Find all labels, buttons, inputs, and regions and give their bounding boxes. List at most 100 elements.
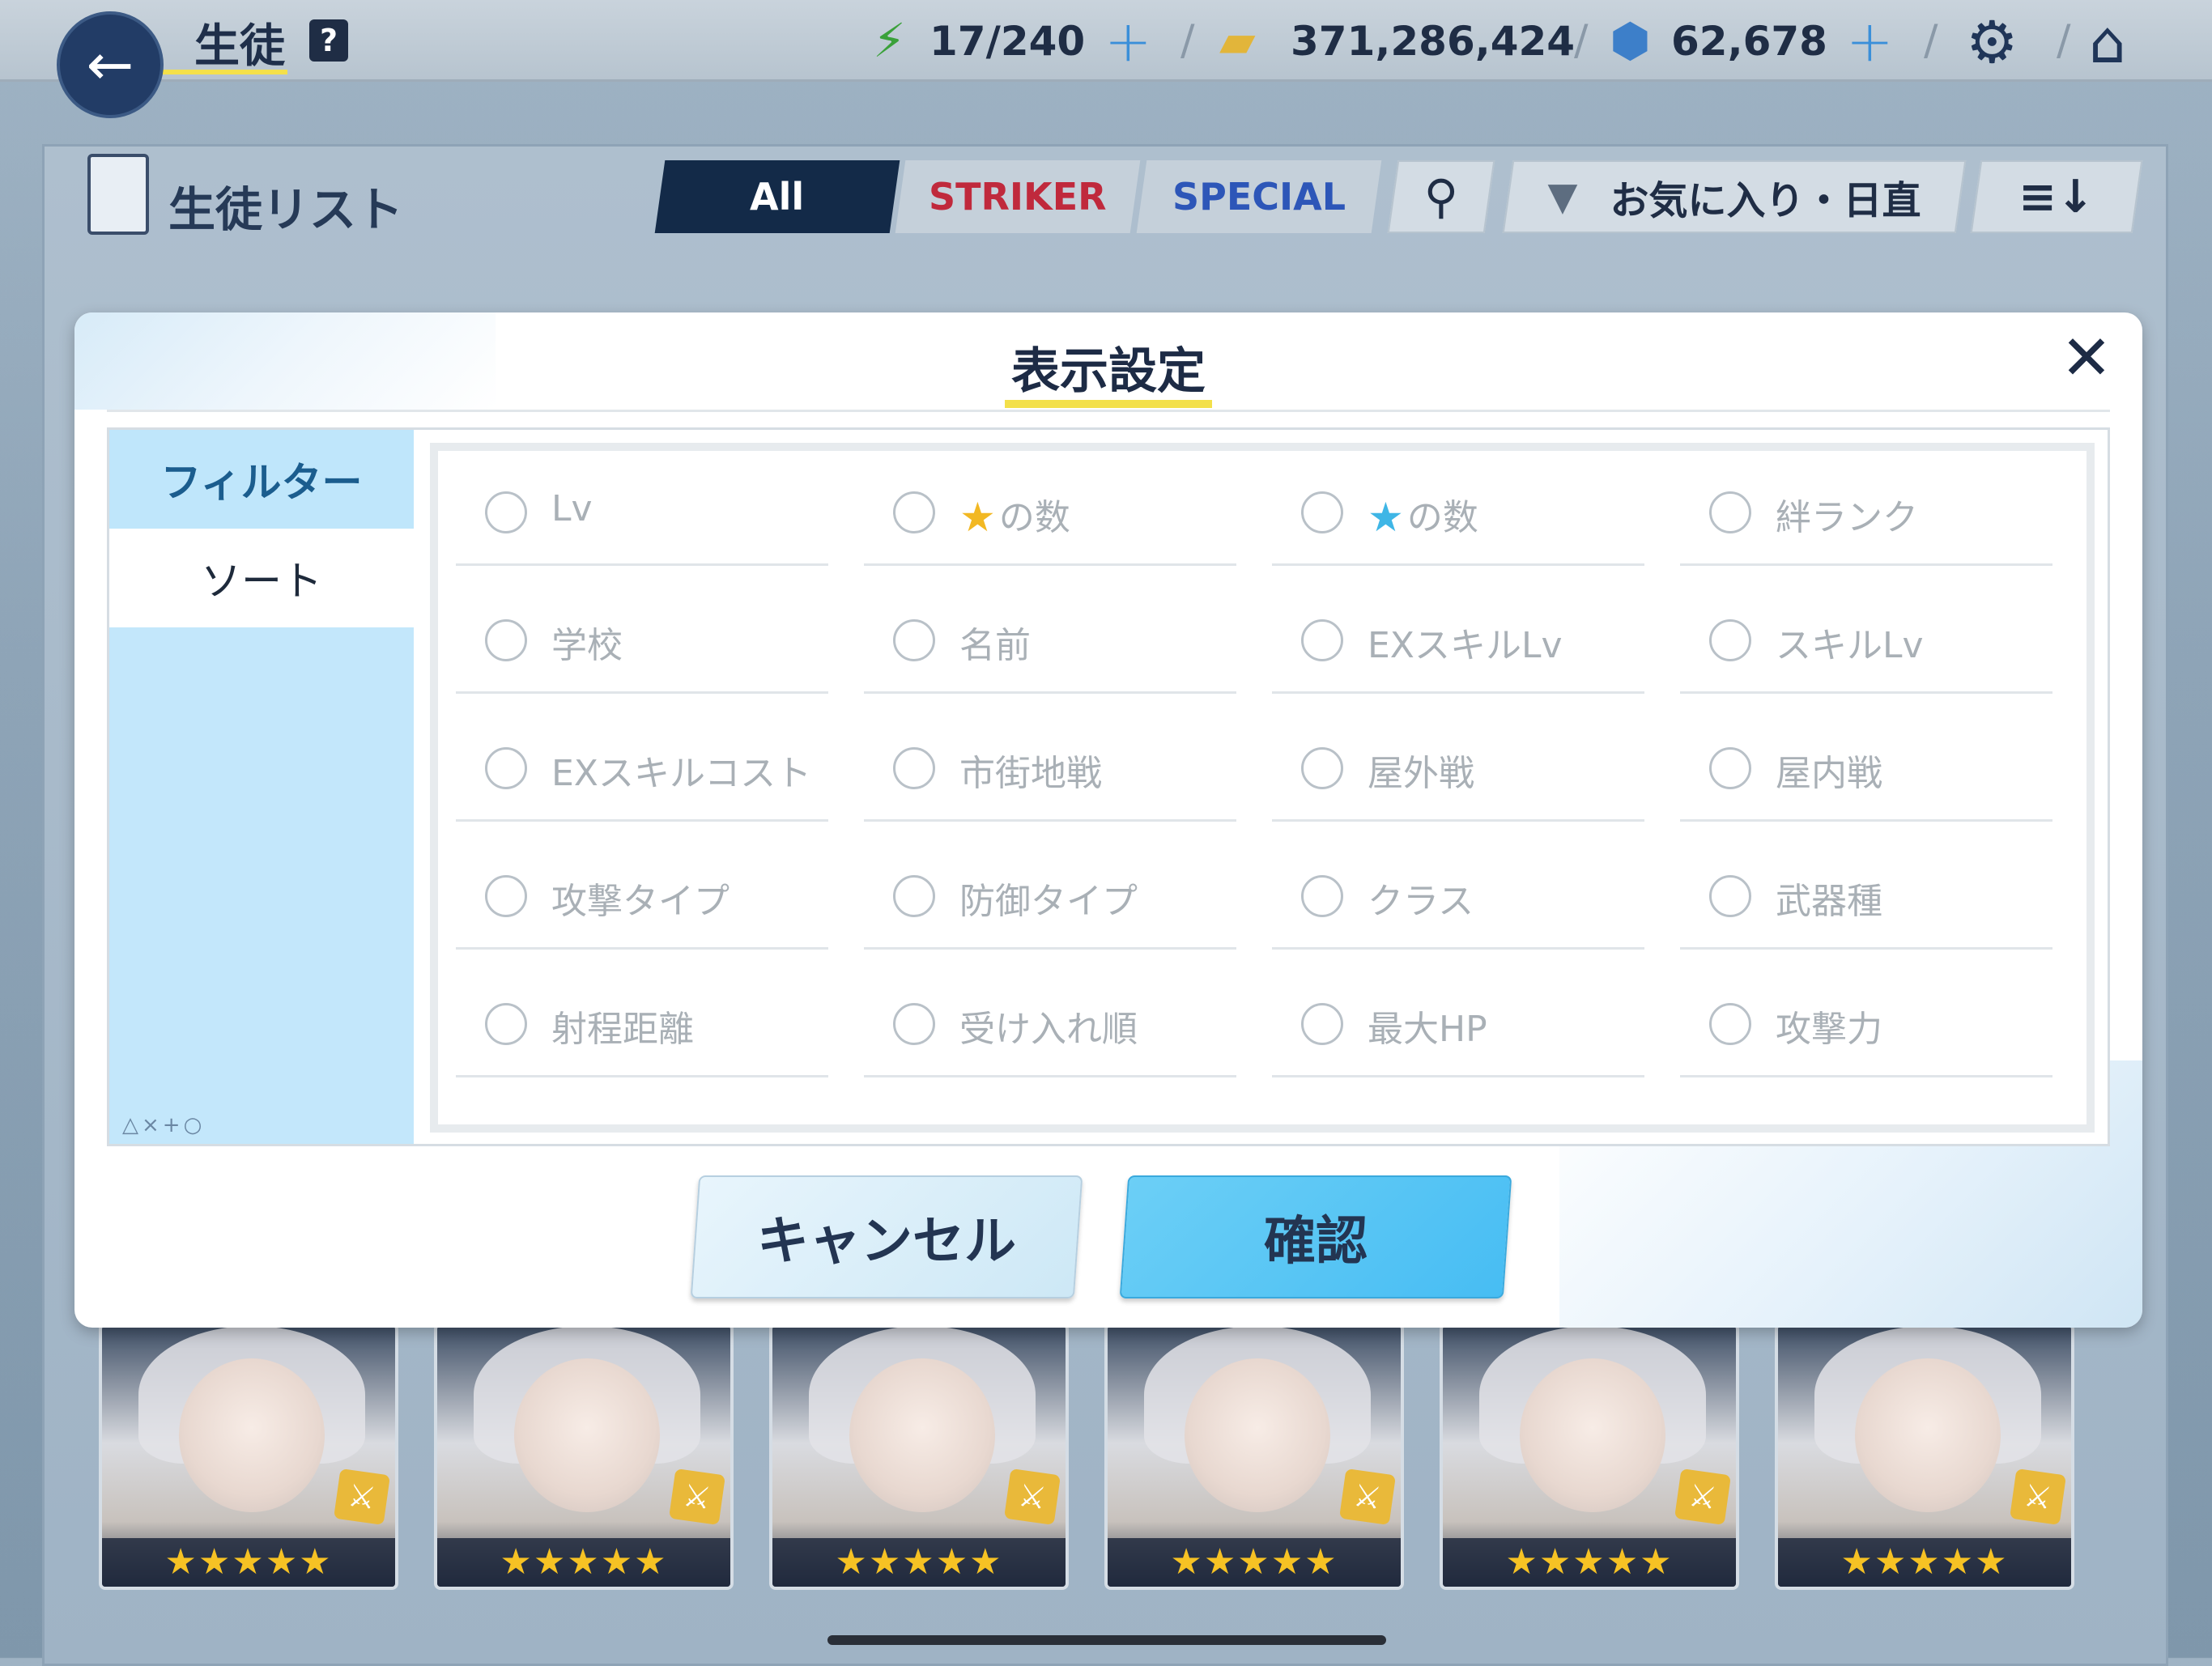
gold-star-icon: ★ (959, 494, 996, 541)
radio-button[interactable] (485, 875, 527, 917)
radio-button[interactable] (1301, 875, 1343, 917)
radio-button[interactable] (1301, 491, 1343, 533)
search-button[interactable]: ⚲ (1387, 160, 1495, 233)
tab-special[interactable]: SPECIAL (1136, 160, 1382, 233)
sort-option-max-hp[interactable]: 最大HP (1272, 964, 1644, 1077)
tab-striker[interactable]: STRIKER (895, 160, 1141, 233)
radio-button[interactable] (893, 491, 935, 533)
radio-button[interactable] (893, 619, 935, 661)
sort-option-weapon-star-count[interactable]: ★の数 (1272, 453, 1644, 566)
filter-funnel-icon: ▼ (1547, 174, 1578, 219)
gems-value: 62,678 (1671, 18, 1827, 65)
settings-content: フィルター ソート △×+○ Lv ★の数 ★の数 絆ランク 学校 名前 EXス… (107, 427, 2110, 1146)
top-bar: 生徒 ? ⚡ 17/240 + / ▰ 371,286,424 / ⬢ 62,6… (0, 0, 2212, 82)
sort-option-school[interactable]: 学校 (456, 580, 828, 694)
screen-title: 生徒 (194, 20, 285, 73)
back-button[interactable]: ← (57, 11, 164, 118)
star-rating: ★★★★★ (1443, 1538, 1736, 1587)
sort-option-star-count[interactable]: ★の数 (864, 453, 1236, 566)
sort-option-skill-level[interactable]: スキルLv (1680, 580, 2052, 694)
close-button[interactable]: ✕ (2050, 321, 2123, 393)
student-card[interactable]: ⚔ ★★★★★ (434, 1323, 734, 1590)
weapon-icon: ⚔ (333, 1468, 391, 1526)
confirm-button[interactable]: 確認 (1119, 1175, 1512, 1298)
tab-filter[interactable]: フィルター (109, 430, 414, 529)
radio-button[interactable] (1709, 875, 1751, 917)
radio-button[interactable] (485, 619, 527, 661)
sort-option-class[interactable]: クラス (1272, 836, 1644, 950)
radio-button[interactable] (1301, 619, 1343, 661)
radio-button[interactable] (893, 1003, 935, 1045)
tab-sort[interactable]: ソート (109, 529, 414, 627)
divider: / (2057, 16, 2071, 65)
gems-plus-button[interactable]: + (1846, 8, 1894, 74)
student-card[interactable]: ⚔ ★★★★★ (1104, 1323, 1404, 1590)
settings-gear-icon[interactable]: ⚙ (1966, 8, 2018, 76)
blue-star-icon: ★ (1368, 494, 1404, 541)
star-rating: ★★★★★ (102, 1538, 395, 1587)
radio-button[interactable] (893, 747, 935, 789)
star-rating: ★★★★★ (772, 1538, 1066, 1587)
radio-button[interactable] (1709, 1003, 1751, 1045)
radio-button[interactable] (485, 747, 527, 789)
radio-button[interactable] (1301, 747, 1343, 789)
sort-option-ex-skill-cost[interactable]: EXスキルコスト (456, 708, 828, 822)
student-card[interactable]: ⚔ ★★★★★ (1775, 1323, 2074, 1590)
settings-sidebar: フィルター ソート △×+○ (109, 430, 414, 1144)
sort-filter-button[interactable]: ▼ お気に入り・日直 (1502, 160, 1967, 233)
sort-option-attack-type[interactable]: 攻撃タイプ (456, 836, 828, 950)
radio-button[interactable] (893, 875, 935, 917)
search-icon: ⚲ (1423, 169, 1459, 224)
student-list-icon (87, 154, 149, 235)
home-icon[interactable]: ⌂ (2089, 8, 2126, 76)
sort-option-range[interactable]: 射程距離 (456, 964, 828, 1077)
modal-divider (107, 410, 2110, 412)
home-indicator[interactable] (827, 1635, 1386, 1645)
student-card[interactable]: ⚔ ★★★★★ (1440, 1323, 1739, 1590)
student-face (1855, 1358, 2001, 1512)
tab-all[interactable]: All (654, 160, 900, 233)
cancel-button[interactable]: キャンセル (690, 1175, 1083, 1298)
weapon-icon: ⚔ (1338, 1468, 1397, 1526)
divider: / (1574, 16, 1589, 65)
ap-value: 17/240 (929, 18, 1086, 65)
weapon-icon: ⚔ (1003, 1468, 1061, 1526)
radio-button[interactable] (485, 491, 527, 533)
sort-option-bond-rank[interactable]: 絆ランク (1680, 453, 2052, 566)
back-arrow-icon: ← (86, 32, 134, 98)
sort-option-weapon-type[interactable]: 武器種 (1680, 836, 2052, 950)
pyroxene-icon: ⬢ (1610, 13, 1651, 68)
student-cards-row: ⚔ ★★★★★ ⚔ ★★★★★ ⚔ ★★★★★ ⚔ ★★★★★ ⚔ ★★★★★ … (99, 1323, 2091, 1590)
sort-option-outdoor[interactable]: 屋外戦 (1272, 708, 1644, 822)
sort-options-grid: Lv ★の数 ★の数 絆ランク 学校 名前 EXスキルLv スキルLv EXスキ… (430, 443, 2095, 1133)
sort-option-level[interactable]: Lv (456, 453, 828, 566)
ap-plus-button[interactable]: + (1104, 8, 1152, 74)
weapon-icon: ⚔ (668, 1468, 726, 1526)
display-settings-modal: 表示設定 ✕ フィルター ソート △×+○ Lv ★の数 ★の数 絆ランク 学校… (74, 312, 2142, 1328)
sort-option-acquisition-order[interactable]: 受け入れ順 (864, 964, 1236, 1077)
sort-option-name[interactable]: 名前 (864, 580, 1236, 694)
sort-option-defense-type[interactable]: 防御タイプ (864, 836, 1236, 950)
weapon-icon: ⚔ (1674, 1468, 1732, 1526)
sort-option-indoor[interactable]: 屋内戦 (1680, 708, 2052, 822)
sort-option-attack[interactable]: 攻撃力 (1680, 964, 2052, 1077)
student-card[interactable]: ⚔ ★★★★★ (99, 1323, 398, 1590)
radio-button[interactable] (1709, 619, 1751, 661)
sort-order-button[interactable]: ≡↓ (1970, 160, 2143, 233)
star-rating: ★★★★★ (437, 1538, 730, 1587)
radio-button[interactable] (1709, 747, 1751, 789)
credits-value: 371,286,424 (1291, 18, 1576, 65)
student-face (514, 1358, 660, 1512)
weapon-icon: ⚔ (2009, 1468, 2067, 1526)
radio-button[interactable] (485, 1003, 527, 1045)
star-rating: ★★★★★ (1778, 1538, 2071, 1587)
sort-option-urban[interactable]: 市街地戦 (864, 708, 1236, 822)
sort-option-ex-skill-level[interactable]: EXスキルLv (1272, 580, 1644, 694)
student-face (1520, 1358, 1665, 1512)
student-card[interactable]: ⚔ ★★★★★ (769, 1323, 1069, 1590)
modal-title: 表示設定 (1011, 343, 1206, 400)
ap-icon: ⚡ (873, 13, 906, 68)
help-button[interactable]: ? (309, 19, 348, 62)
radio-button[interactable] (1301, 1003, 1343, 1045)
radio-button[interactable] (1709, 491, 1751, 533)
